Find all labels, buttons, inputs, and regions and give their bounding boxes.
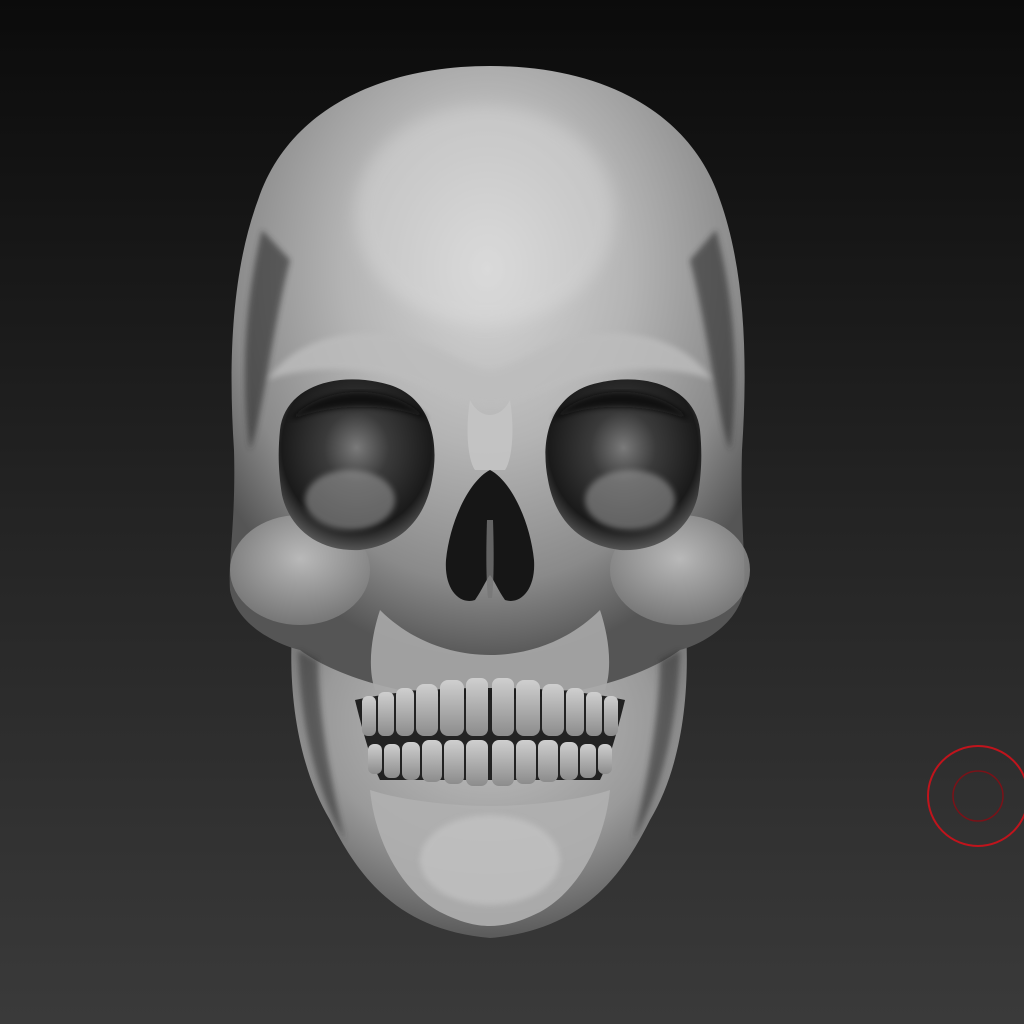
viewport-canvas[interactable] <box>0 0 1024 1024</box>
sculpt-viewport[interactable] <box>0 0 1024 1024</box>
chin-highlight <box>420 815 560 905</box>
forehead-highlight <box>355 105 615 325</box>
socket-floor-left <box>305 470 395 530</box>
nasal-septum <box>486 520 494 598</box>
socket-floor-right <box>585 470 675 530</box>
